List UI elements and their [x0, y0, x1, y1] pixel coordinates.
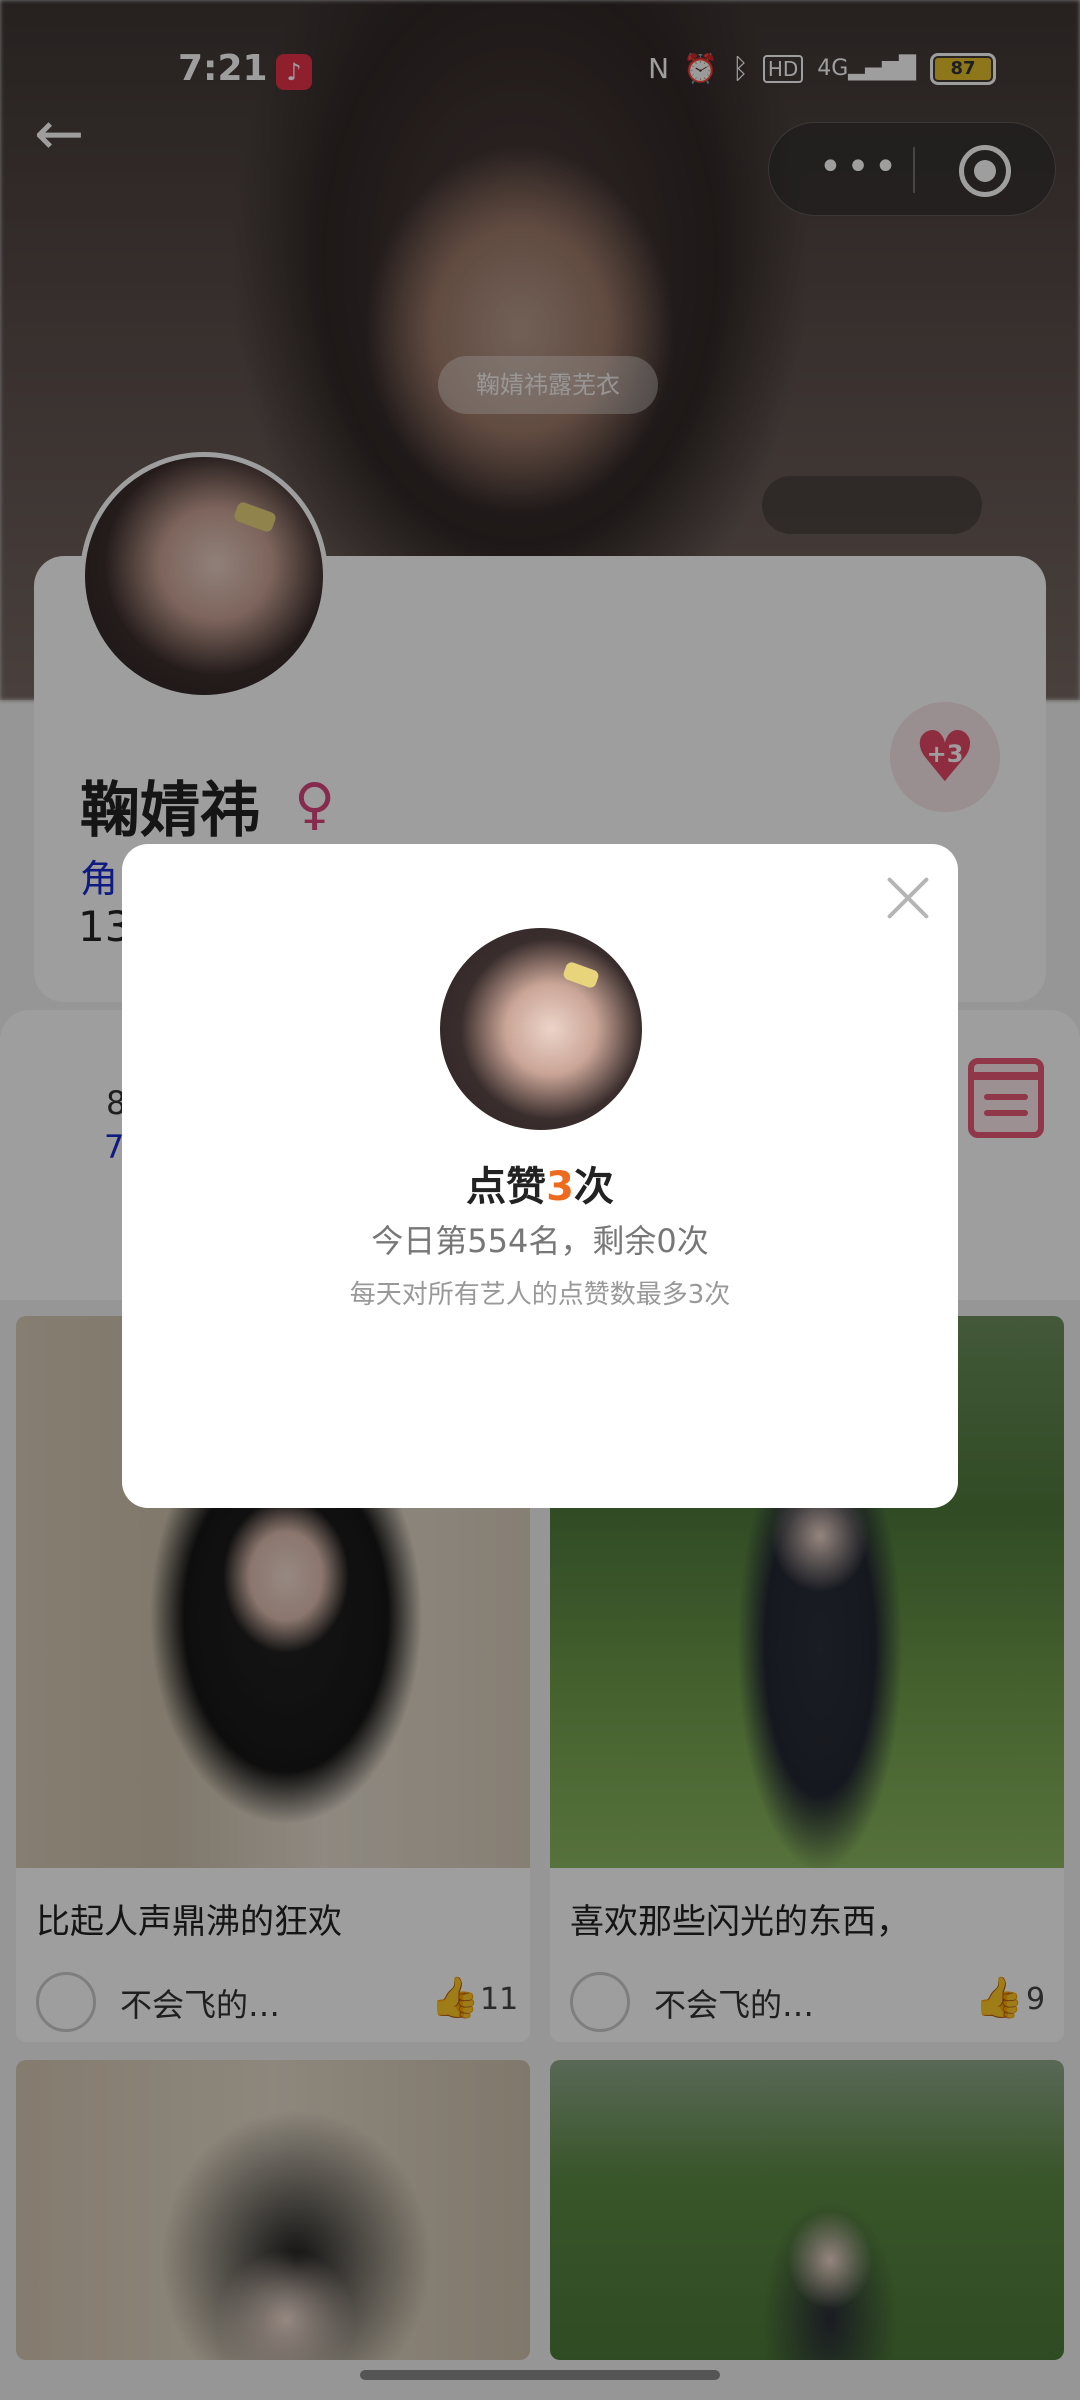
- dialog-title: 点赞3次: [122, 1154, 958, 1212]
- dialog-subtitle: 今日第554名，剩余0次: [371, 1222, 709, 1260]
- dialog-title-count: 3: [546, 1164, 574, 1210]
- dialog-avatar: [440, 928, 642, 1130]
- hair-clip-decoration: [561, 960, 601, 990]
- dialog-title-prefix: 点赞: [466, 1164, 547, 1210]
- dialog-note: 每天对所有艺人的点赞数最多3次: [349, 1280, 731, 1310]
- home-indicator[interactable]: [360, 2370, 720, 2380]
- like-dialog: 点赞3次 今日第554名，剩余0次 每天对所有艺人的点赞数最多3次: [122, 844, 958, 1508]
- dialog-title-suffix: 次: [573, 1164, 614, 1210]
- close-icon[interactable]: [880, 870, 936, 926]
